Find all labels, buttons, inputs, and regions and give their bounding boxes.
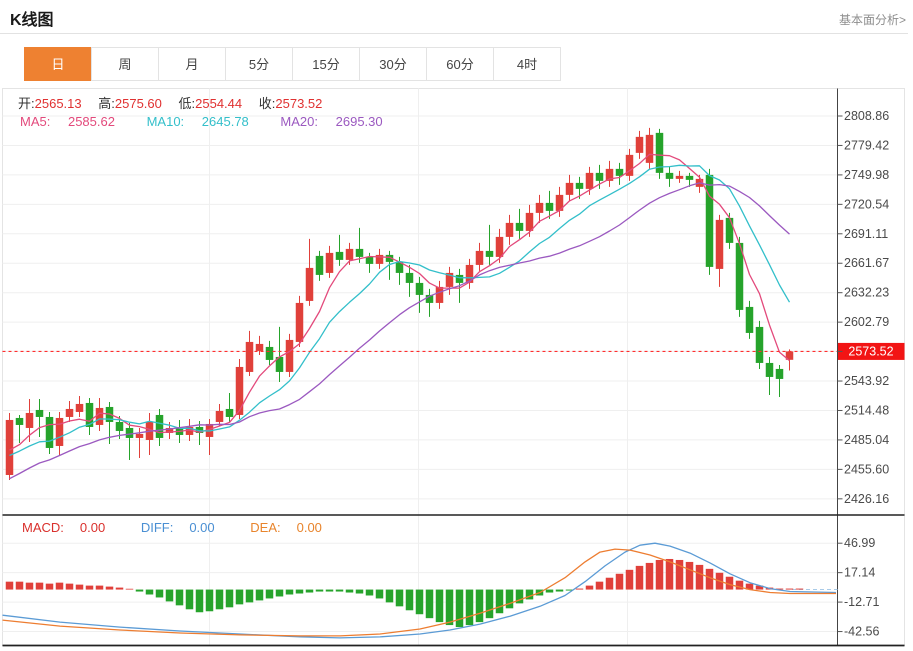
ma20-readout: MA20: 2695.30 xyxy=(280,114,383,129)
svg-text:2602.79: 2602.79 xyxy=(844,315,889,329)
svg-text:2720.54: 2720.54 xyxy=(844,197,889,211)
svg-text:2749.98: 2749.98 xyxy=(844,168,889,182)
svg-text:-12.71: -12.71 xyxy=(844,595,879,609)
svg-text:2573.52: 2573.52 xyxy=(848,344,893,358)
tab-5min[interactable]: 5分 xyxy=(225,47,293,81)
open-label: 开: xyxy=(18,96,35,111)
svg-text:2691.11: 2691.11 xyxy=(844,227,888,241)
open-value: 2565.13 xyxy=(34,96,82,111)
fundamental-analysis-link[interactable]: 基本面分析> xyxy=(839,11,906,28)
kline-widget: 2573.52 2808.86 2779.42 2749.98 2720.54 2691.… xyxy=(0,0,913,651)
svg-text:2455.60: 2455.60 xyxy=(844,462,889,476)
diff-value-readout: DIFF: 0.00 xyxy=(140,520,215,535)
tab-month[interactable]: 月 xyxy=(158,47,226,81)
header-divider xyxy=(0,33,908,34)
tab-30min[interactable]: 30分 xyxy=(359,47,427,81)
svg-text:17.14: 17.14 xyxy=(844,566,875,580)
period-tabbar: 日 周 月 5分 15分 30分 60分 4时 xyxy=(24,47,561,81)
dea-value-readout: DEA: 0.00 xyxy=(250,520,322,535)
ma10-readout: MA10: 2645.78 xyxy=(146,114,249,129)
ohlc-readout: 开:2565.13 高:2575.60 低:2554.44 收:2573.52 xyxy=(18,93,335,112)
page-title: K线图 xyxy=(10,12,54,29)
svg-text:2514.48: 2514.48 xyxy=(844,403,889,417)
tab-15min[interactable]: 15分 xyxy=(292,47,360,81)
svg-text:2632.23: 2632.23 xyxy=(844,286,889,300)
svg-text:2543.92: 2543.92 xyxy=(844,374,889,388)
high-value: 2575.60 xyxy=(114,96,162,111)
svg-text:2661.67: 2661.67 xyxy=(844,256,889,270)
tab-week[interactable]: 周 xyxy=(91,47,159,81)
close-value: 2573.52 xyxy=(275,96,323,111)
macd-value-readout: MACD: 0.00 xyxy=(22,520,106,535)
tab-60min[interactable]: 60分 xyxy=(426,47,494,81)
svg-text:46.99: 46.99 xyxy=(844,536,875,550)
high-label: 高: xyxy=(98,96,115,111)
svg-text:2808.86: 2808.86 xyxy=(844,109,889,123)
low-label: 低: xyxy=(178,96,196,111)
tab-4hour[interactable]: 4时 xyxy=(493,47,561,81)
ma-readout: MA5: 2585.62 MA10: 2645.78 MA20: 2695.30 xyxy=(20,114,411,129)
svg-text:2426.16: 2426.16 xyxy=(844,492,889,506)
close-label: 收: xyxy=(258,96,276,111)
macd-readout: MACD: 0.00 DIFF: 0.00 DEA: 0.00 xyxy=(22,520,354,535)
low-value: 2554.44 xyxy=(195,96,243,111)
svg-text:2779.42: 2779.42 xyxy=(844,138,889,152)
tab-day[interactable]: 日 xyxy=(24,47,92,81)
ma5-readout: MA5: 2585.62 xyxy=(20,114,115,129)
svg-text:-42.56: -42.56 xyxy=(844,625,879,639)
svg-text:2485.04: 2485.04 xyxy=(844,433,889,447)
